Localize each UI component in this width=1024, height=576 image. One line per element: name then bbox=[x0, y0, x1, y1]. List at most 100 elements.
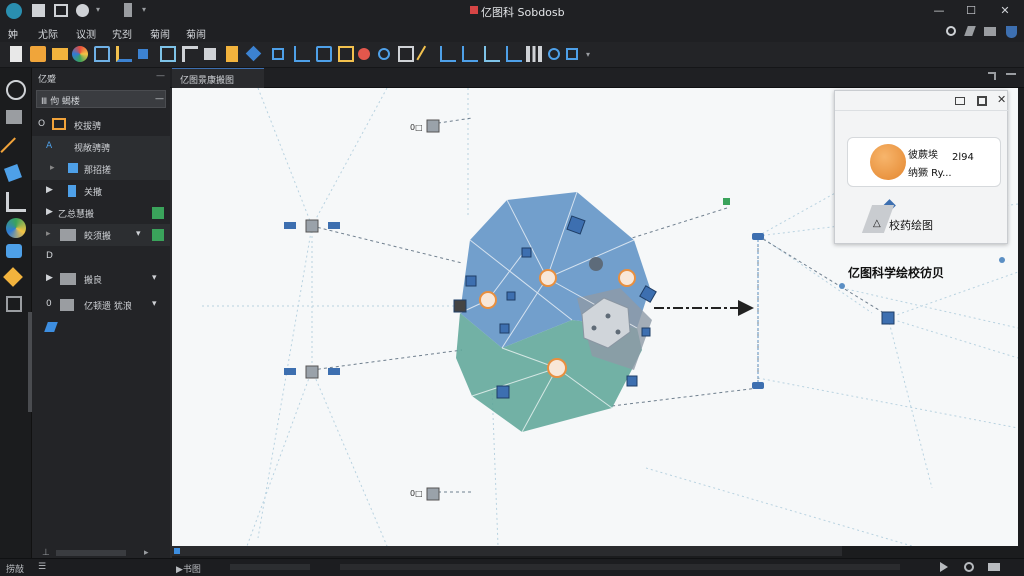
tree-row-3[interactable]: ▶ 关撒 bbox=[32, 180, 170, 202]
save-icon[interactable] bbox=[32, 4, 45, 17]
plus-marker[interactable] bbox=[479, 291, 497, 309]
menu-edit[interactable]: 尤际 bbox=[38, 26, 58, 41]
node-icon-3[interactable] bbox=[316, 46, 332, 62]
tree-row-4[interactable]: ▶ 乙总慧搬 bbox=[32, 202, 170, 224]
shield-icon[interactable] bbox=[1006, 26, 1017, 38]
color-wheel-icon[interactable] bbox=[72, 46, 88, 62]
node-icon-2[interactable] bbox=[294, 46, 310, 62]
menu-format[interactable]: 菊闹 bbox=[150, 26, 170, 41]
connector-icon[interactable] bbox=[116, 46, 132, 62]
tree-row-1[interactable]: A 视敞骋骋 bbox=[32, 136, 170, 158]
table-icon[interactable] bbox=[526, 46, 542, 62]
zoom-icon-2[interactable] bbox=[548, 48, 560, 60]
chart-tool-icon[interactable] bbox=[6, 192, 26, 212]
panel-hscroll[interactable] bbox=[56, 550, 126, 556]
diamond-icon[interactable] bbox=[245, 45, 262, 62]
hex-marker[interactable] bbox=[589, 257, 603, 271]
menu-file[interactable]: 妕 bbox=[8, 26, 18, 41]
chart-icon-3[interactable] bbox=[484, 46, 500, 62]
maximize-button[interactable]: ☐ bbox=[962, 3, 980, 19]
plus-marker[interactable] bbox=[618, 269, 636, 287]
pointer-tool-icon[interactable] bbox=[6, 80, 26, 100]
shape-triangle-icon[interactable] bbox=[94, 46, 110, 62]
color-tool-icon[interactable] bbox=[6, 218, 26, 238]
open-icon[interactable] bbox=[30, 46, 46, 62]
shape-tool-icon[interactable] bbox=[6, 244, 22, 258]
minimize-button[interactable]: — bbox=[930, 3, 948, 19]
paint-icon[interactable] bbox=[358, 48, 370, 60]
panel-bottom-right[interactable]: ▸ bbox=[144, 548, 149, 558]
status-slider[interactable] bbox=[230, 564, 310, 570]
status-left2[interactable]: ☰ bbox=[38, 562, 46, 572]
tree-row-0[interactable]: O 校拔骋 bbox=[32, 114, 170, 136]
brush-tool-icon[interactable] bbox=[4, 164, 22, 182]
monitor-icon[interactable] bbox=[54, 4, 68, 17]
tree-row-8[interactable]: 0 亿顿遗 犹浪 ▾ bbox=[32, 294, 170, 316]
panel-close-icon[interactable]: — bbox=[156, 71, 165, 81]
chart-icon-2[interactable] bbox=[462, 46, 478, 62]
connector-tool-icon[interactable] bbox=[160, 46, 176, 62]
panel-bottom-left[interactable]: ⊥ bbox=[42, 548, 50, 558]
preview-card[interactable]: 彼蕨埃 2l94 纳獗 Ry... bbox=[847, 137, 1001, 187]
close-icon[interactable]: ✕ bbox=[997, 93, 1006, 106]
plus-marker[interactable] bbox=[539, 269, 557, 287]
preview-popup[interactable]: ✕ 彼蕨埃 2l94 纳獗 Ry... △ 校药绘图 bbox=[834, 90, 1009, 244]
panel-filter-dropdown-icon[interactable]: — bbox=[155, 94, 164, 104]
undo-icon[interactable] bbox=[76, 4, 89, 17]
bars-icon[interactable] bbox=[506, 46, 522, 62]
tray-icon[interactable] bbox=[988, 563, 1000, 571]
scroll-thumb[interactable] bbox=[174, 548, 180, 554]
pen-tool-icon[interactable] bbox=[0, 137, 22, 159]
panel-icon[interactable] bbox=[984, 27, 996, 36]
frame-tool-icon[interactable] bbox=[6, 296, 22, 312]
tag-tool-icon[interactable] bbox=[3, 267, 23, 287]
close-button[interactable]: ✕ bbox=[996, 3, 1014, 19]
plus-marker[interactable] bbox=[547, 358, 567, 378]
folder-icon[interactable] bbox=[52, 48, 68, 60]
align-icon[interactable] bbox=[182, 46, 198, 62]
central-diagram[interactable] bbox=[453, 191, 657, 433]
book-icon[interactable] bbox=[226, 46, 238, 62]
select-icon[interactable] bbox=[138, 49, 148, 59]
crop-icon[interactable] bbox=[398, 46, 414, 62]
expand-icon[interactable]: ▾ bbox=[136, 229, 141, 239]
flow-arrow[interactable] bbox=[654, 300, 754, 316]
node-icon[interactable] bbox=[272, 48, 284, 60]
redo-icon[interactable] bbox=[124, 3, 132, 17]
group-icon[interactable] bbox=[204, 48, 216, 60]
play-icon[interactable] bbox=[940, 562, 950, 572]
tree-row-6[interactable]: D bbox=[32, 246, 170, 268]
pin-icon[interactable] bbox=[964, 26, 976, 36]
search-icon[interactable] bbox=[946, 26, 956, 36]
settings-icon[interactable] bbox=[964, 562, 974, 572]
zoom-icon[interactable] bbox=[378, 48, 390, 60]
check-icon[interactable] bbox=[152, 229, 164, 241]
dropdown-icon-2[interactable]: ▾ bbox=[142, 5, 146, 14]
tab-document[interactable]: 亿图景康搬图 bbox=[172, 68, 264, 88]
chart-icon[interactable] bbox=[440, 46, 456, 62]
dropdown-icon[interactable]: ▾ bbox=[96, 5, 100, 14]
tree-row-5[interactable]: ▸ 皎须搬 ▾ bbox=[32, 224, 170, 246]
new-file-icon[interactable] bbox=[10, 46, 22, 62]
canvas-hscroll[interactable] bbox=[172, 546, 842, 556]
minimize-icon[interactable] bbox=[955, 97, 965, 105]
status-track[interactable] bbox=[340, 564, 900, 570]
toolbar-dropdown-icon[interactable]: ▾ bbox=[586, 50, 590, 59]
check-icon[interactable] bbox=[152, 207, 164, 219]
node-icon-4[interactable] bbox=[338, 46, 354, 62]
panel-filter[interactable]: Ⅲ 佝 蝎楼 — bbox=[36, 90, 166, 108]
hand-tool-icon[interactable] bbox=[6, 110, 22, 124]
tree-row-2[interactable]: ▸ 那招搓 bbox=[32, 158, 170, 180]
menu-view[interactable]: 议测 bbox=[76, 26, 96, 41]
maximize-icon[interactable] bbox=[977, 96, 987, 106]
tree-row-7[interactable]: ▶ 搬良 ▾ bbox=[32, 268, 170, 290]
pen-icon[interactable] bbox=[416, 45, 430, 63]
more-icon[interactable] bbox=[566, 48, 578, 60]
menu-insert[interactable]: 宄刭 bbox=[112, 26, 132, 41]
expand-icon[interactable]: ▾ bbox=[152, 299, 157, 309]
tab-expand-icon[interactable] bbox=[988, 72, 996, 80]
tab-menu-icon[interactable] bbox=[1006, 73, 1016, 75]
pin-icon[interactable] bbox=[44, 322, 58, 332]
expand-icon[interactable]: ▾ bbox=[152, 273, 157, 283]
menu-help[interactable]: 菊闹 bbox=[186, 26, 206, 41]
